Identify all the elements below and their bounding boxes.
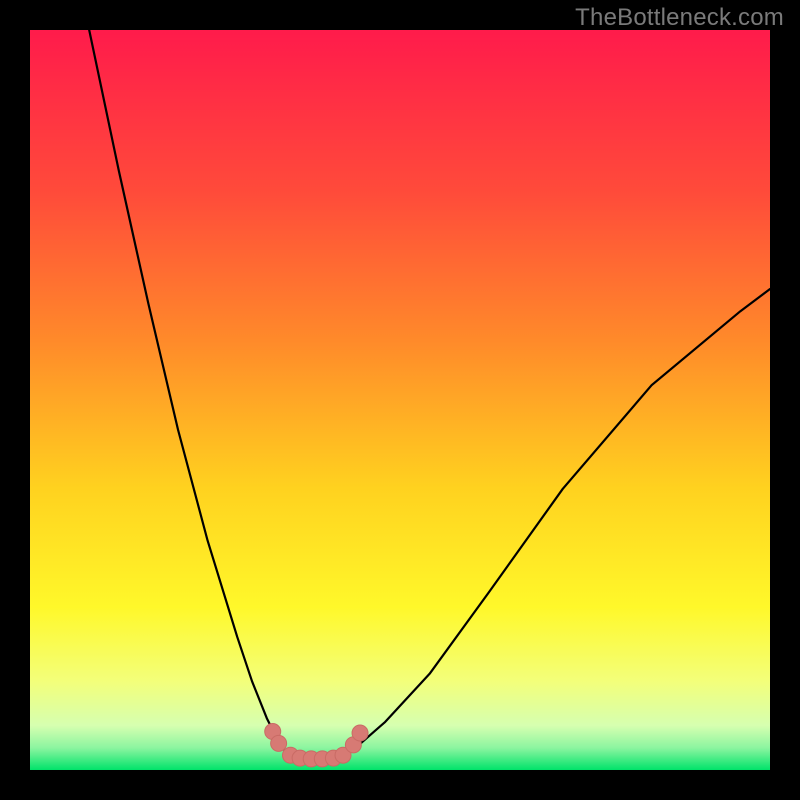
gradient-background	[30, 30, 770, 770]
trough-marker	[352, 725, 368, 741]
chart-frame: TheBottleneck.com	[0, 0, 800, 800]
watermark-text: TheBottleneck.com	[575, 4, 784, 32]
trough-marker	[271, 735, 287, 751]
chart-canvas	[30, 30, 770, 770]
